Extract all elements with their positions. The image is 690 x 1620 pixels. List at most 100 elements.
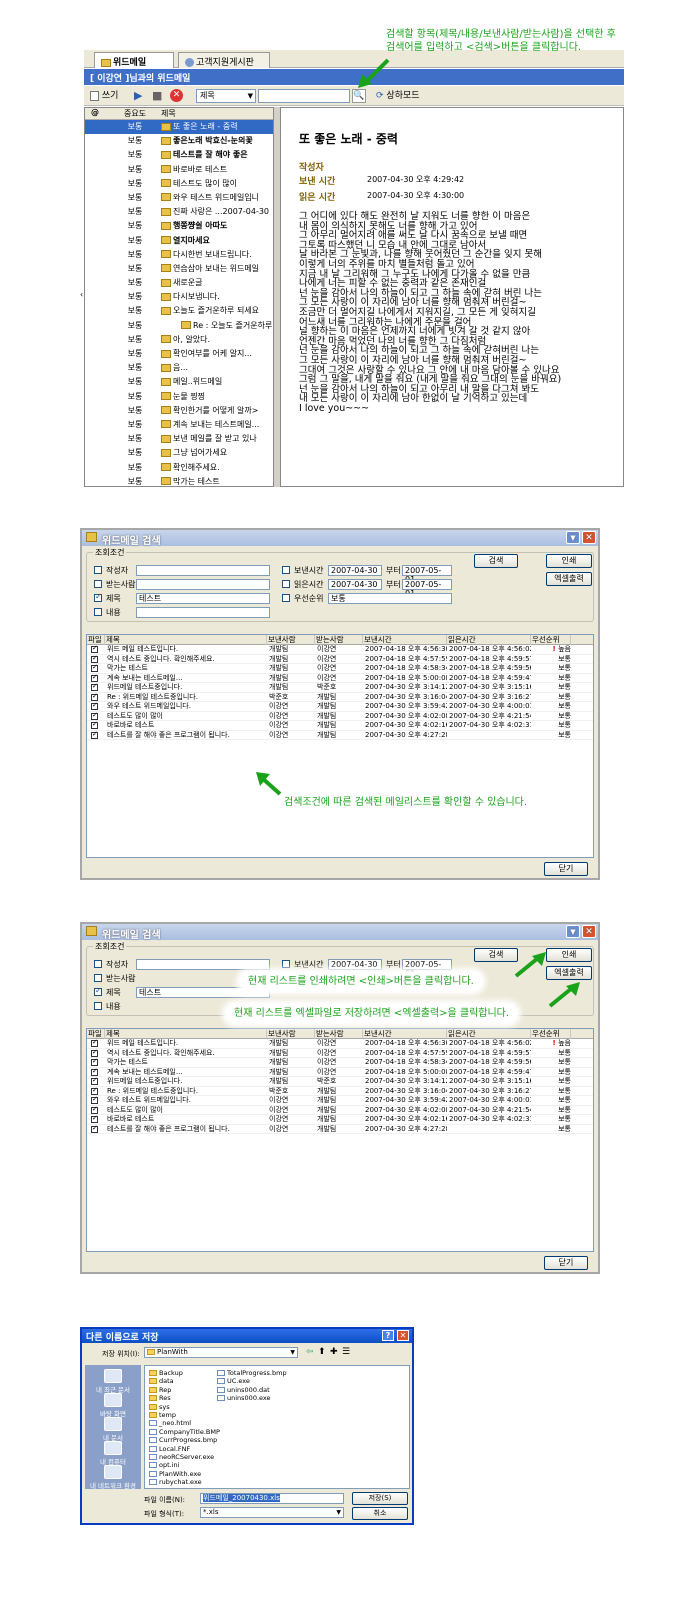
mail-list-item[interactable]: 보통 확인여부를 어케 알지... <box>85 347 273 361</box>
file-item[interactable]: PlanWith.exe <box>149 1470 201 1478</box>
content-checkbox[interactable] <box>94 1002 102 1010</box>
view-menu-icon[interactable]: ☰ <box>342 1347 350 1357</box>
mail-list-item[interactable]: 보통 바로바로 테스트 <box>85 163 273 177</box>
mail-list-item[interactable]: 보통 아, 알았다. <box>85 333 273 347</box>
file-item[interactable]: _neo.html <box>149 1419 191 1427</box>
reply-icon[interactable]: ▶ <box>134 88 142 104</box>
mail-list-item[interactable]: 보통 확인해주세요. <box>85 461 273 475</box>
table-row[interactable]: 바로바로 테스트이강연개발팀2007-04-30 오후 4:02:162007-… <box>87 721 593 731</box>
sent-time-checkbox[interactable] <box>282 960 290 968</box>
mail-list-item[interactable]: 보통 확인한거를 어떻게 알까> <box>85 404 273 418</box>
folder-item[interactable]: temp <box>149 1411 176 1419</box>
subject-checkbox[interactable] <box>94 986 102 996</box>
mail-list-item[interactable]: 보통 또 좋은 노래 - 중력 <box>85 120 273 135</box>
row-checkbox[interactable] <box>91 1039 98 1048</box>
receiver-checkbox[interactable] <box>94 974 102 982</box>
mail-list-item[interactable]: 보통 눈물 찡찡 <box>85 390 273 404</box>
subject-checkbox[interactable] <box>94 592 102 602</box>
row-checkbox[interactable] <box>91 1087 98 1095</box>
mail-list-item[interactable]: 보통 다시보냅니다. <box>85 290 273 304</box>
folder-item[interactable]: Rep <box>149 1386 171 1394</box>
place-recent[interactable]: 내 최근 문서 <box>85 1369 141 1394</box>
receiver-input[interactable] <box>136 579 270 590</box>
folder-item[interactable]: Backup <box>149 1369 183 1377</box>
mail-list-item[interactable]: 보통 연습삼아 보내는 위드메일 <box>85 262 273 276</box>
close-icon[interactable]: ✕ <box>582 925 596 938</box>
help-icon[interactable]: ? <box>382 1330 394 1341</box>
file-item[interactable]: rubychat.exe <box>149 1478 202 1486</box>
table-row[interactable]: 테스트도 많이 많이이강연개발팀2007-04-30 오후 4:02:08200… <box>87 712 593 721</box>
cancel-button[interactable]: 취소 <box>352 1507 408 1520</box>
sent-to-date[interactable]: 2007-05-01 <box>402 959 452 978</box>
priority-select[interactable]: 보통 <box>328 593 452 604</box>
mail-list-item[interactable]: 보통 오늘도 즐거운하루 되세요 <box>85 304 273 318</box>
folder-item[interactable]: sys <box>149 1403 170 1411</box>
file-item[interactable]: UC.exe <box>217 1377 250 1385</box>
mail-list-item[interactable]: 보통 와우 테스트 위드메일입니 <box>85 191 273 205</box>
tab-withmail[interactable]: 위드메일 <box>94 52 174 68</box>
place-computer[interactable]: 내 컴퓨터 <box>85 1441 141 1466</box>
sent-from-date[interactable]: 2007-04-30 <box>328 565 382 576</box>
table-row[interactable]: 위드메일 테스트중입니다.개발팀박준호2007-04-30 오후 3:14:12… <box>87 683 593 693</box>
file-item[interactable]: unins000.dat <box>217 1386 270 1394</box>
table-row[interactable]: 위드 메일 테스트입니다.개발팀이강연2007-04-18 오후 4:56:30… <box>87 645 593 655</box>
file-item[interactable]: neoRCServer.exe <box>149 1453 214 1461</box>
row-checkbox[interactable] <box>91 1049 98 1057</box>
subject-column[interactable]: 제목 <box>161 108 176 119</box>
row-checkbox[interactable] <box>91 1115 98 1124</box>
table-row[interactable]: Re : 위드메일 테스트중입니다.박준호개발팀2007-04-30 오후 3:… <box>87 693 593 702</box>
sent-time-checkbox[interactable] <box>282 566 290 574</box>
close-button[interactable]: 닫기 <box>544 862 588 876</box>
folder-item[interactable]: Res <box>149 1394 171 1402</box>
excel-export-button[interactable]: 엑셀출력 <box>546 966 592 980</box>
filetype-select[interactable]: *.xls ▼ <box>200 1507 344 1518</box>
author-input[interactable] <box>136 565 270 576</box>
row-checkbox[interactable] <box>91 683 98 692</box>
file-item[interactable]: TotalProgress.bmp <box>217 1369 287 1377</box>
new-folder-icon[interactable]: ✚ <box>330 1347 338 1357</box>
save-location-select[interactable]: PlanWith ▼ <box>144 1347 298 1358</box>
write-button[interactable]: 쓰기 <box>90 88 118 104</box>
mail-list-item[interactable]: 보통 테스트를 잘 해야 좋은 <box>85 148 273 162</box>
close-circle-icon[interactable]: ✕ <box>170 89 183 102</box>
table-row[interactable]: 계속 보내는 테스트메일...개발팀이강연2007-04-18 오후 5:00:… <box>87 1068 593 1077</box>
mail-list-item[interactable]: 보통 계속 보내는 테스트메일... <box>85 418 273 432</box>
row-checkbox[interactable] <box>91 1058 98 1067</box>
row-checkbox[interactable] <box>91 1106 98 1114</box>
mail-list-item[interactable]: 보통 보낸 메일를 잘 받고 있나 <box>85 432 273 446</box>
row-checkbox[interactable] <box>91 664 98 673</box>
content-checkbox[interactable] <box>94 608 102 616</box>
place-network[interactable]: 내 네트워크 환경 <box>85 1465 141 1490</box>
subject-input[interactable]: 테스트 <box>136 593 270 604</box>
row-checkbox[interactable] <box>91 712 98 720</box>
mail-list-item[interactable]: 보통 음... <box>85 361 273 375</box>
mail-list-item[interactable]: 보통 행쫑쨩쉴 아따도 <box>85 219 273 233</box>
receiver-checkbox[interactable] <box>94 580 102 588</box>
minimize-icon[interactable]: ▼ <box>566 531 580 544</box>
mail-list-item[interactable]: 보통 테스트도 많이 많이 <box>85 177 273 191</box>
excel-export-button[interactable]: 엑셀출력 <box>546 572 592 586</box>
tab-support-board[interactable]: 고객지원게시판 <box>178 52 270 68</box>
author-checkbox[interactable] <box>94 566 102 574</box>
mail-list-item[interactable]: 보통 좋은노래 박효신-눈의꽃 <box>85 134 273 148</box>
row-checkbox[interactable] <box>91 1096 98 1105</box>
mail-list-item[interactable]: 보통 다시한번 보내드립니다. <box>85 248 273 262</box>
search-field-select[interactable]: 제목 ▼ <box>196 89 256 103</box>
mail-list-item[interactable]: 보통 그냥 넘어가세요 <box>85 446 273 460</box>
search-input[interactable] <box>258 89 350 103</box>
print-button[interactable]: 인쇄 <box>546 948 592 962</box>
table-row[interactable]: 테스트를 잘 해야 좋은 프로그램이 됩니다.이강연개발팀2007-04-30 … <box>87 731 593 740</box>
sent-to-date[interactable]: 2007-05-01 <box>402 565 452 584</box>
priority-checkbox[interactable] <box>282 594 290 602</box>
table-row[interactable]: 막가는 테스트개발팀이강연2007-04-18 오후 4:58:342007-0… <box>87 664 593 674</box>
close-button[interactable]: 닫기 <box>544 1256 588 1270</box>
place-desktop[interactable]: 바탕 화면 <box>85 1393 141 1418</box>
place-documents[interactable]: 내 문서 <box>85 1417 141 1442</box>
row-checkbox[interactable] <box>91 1077 98 1086</box>
layout-mode-button[interactable]: ⟳ 상하모드 <box>376 88 420 104</box>
importance-column[interactable]: 중요도 <box>115 108 155 119</box>
table-row[interactable]: 계속 보내는 테스트메일...개발팀이강연2007-04-18 오후 5:00:… <box>87 674 593 683</box>
back-icon[interactable]: ⇦ <box>306 1347 314 1357</box>
table-row[interactable]: 위드메일 테스트중입니다.개발팀박준호2007-04-30 오후 3:14:12… <box>87 1077 593 1087</box>
file-item[interactable]: unins000.exe <box>217 1394 271 1402</box>
